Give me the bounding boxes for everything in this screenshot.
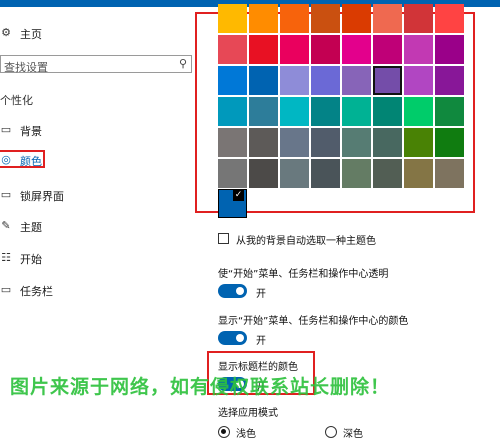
section-title: 个性化	[0, 94, 33, 107]
color-swatch[interactable]	[404, 97, 433, 126]
light-mode-radio[interactable]	[218, 426, 230, 438]
color-swatch[interactable]	[342, 4, 371, 33]
toggle-knob	[236, 334, 244, 342]
color-swatch[interactable]	[218, 128, 247, 157]
color-swatch[interactable]	[311, 66, 340, 95]
color-swatch[interactable]	[311, 97, 340, 126]
sidebar-item-background[interactable]: ▭ 背景	[0, 123, 190, 139]
color-swatch[interactable]	[435, 128, 464, 157]
transparency-label: 使“开始”菜单、任务栏和操作中心透明	[218, 269, 389, 280]
sidebar-item-label: 背景	[20, 125, 42, 138]
color-swatch[interactable]	[373, 159, 402, 188]
color-swatch[interactable]	[435, 35, 464, 64]
color-swatch[interactable]	[311, 159, 340, 188]
accent-color-grid	[218, 4, 464, 188]
watermark-text: 图片来源于网络，如有侵权联系站长删除！	[10, 376, 391, 398]
color-swatch[interactable]	[342, 128, 371, 157]
sidebar-item-label: 颜色	[20, 155, 42, 168]
color-swatch[interactable]	[435, 66, 464, 95]
taskbar-icon: ▭	[0, 283, 12, 296]
color-swatch[interactable]	[249, 128, 278, 157]
start-color-state: 开	[256, 336, 266, 347]
sidebar-item-label: 主题	[20, 221, 42, 234]
auto-pick-label: 从我的背景自动选取一种主题色	[236, 236, 376, 247]
color-swatch[interactable]	[249, 97, 278, 126]
color-swatch[interactable]	[249, 35, 278, 64]
search-input[interactable]	[1, 59, 164, 76]
color-swatch[interactable]	[218, 4, 247, 33]
color-swatch[interactable]	[249, 159, 278, 188]
color-swatch[interactable]	[373, 97, 402, 126]
sidebar-item-label: 锁屏界面	[20, 190, 64, 203]
color-swatch[interactable]	[404, 66, 433, 95]
color-swatch[interactable]	[435, 97, 464, 126]
brush-icon: ✎	[1, 219, 11, 232]
sidebar-item-lockscreen[interactable]: ▭ 锁屏界面	[0, 188, 190, 204]
sidebar-item-taskbar[interactable]: ▭ 任务栏	[0, 283, 190, 299]
color-swatch[interactable]	[218, 159, 247, 188]
sidebar-item-label: 任务栏	[20, 285, 53, 298]
sidebar-item-label: 开始	[20, 253, 42, 266]
color-swatch[interactable]	[373, 128, 402, 157]
palette-icon: ◎	[1, 153, 11, 166]
start-grid-icon: ☷	[1, 251, 11, 264]
current-accent-preview: ✓	[218, 189, 247, 218]
color-swatch[interactable]	[342, 97, 371, 126]
search-icon[interactable]: ⚲	[179, 57, 187, 70]
color-swatch[interactable]	[311, 4, 340, 33]
transparency-toggle[interactable]	[218, 284, 247, 298]
color-swatch[interactable]	[311, 128, 340, 157]
start-color-toggle[interactable]	[218, 331, 247, 345]
color-swatch[interactable]	[342, 35, 371, 64]
color-swatch[interactable]	[342, 66, 371, 95]
transparency-state: 开	[256, 289, 266, 300]
color-swatch[interactable]	[342, 159, 371, 188]
search-box[interactable]: ⚲	[0, 55, 192, 76]
color-swatch[interactable]	[280, 128, 309, 157]
monitor-icon: ▭	[0, 188, 12, 201]
color-swatch[interactable]	[218, 97, 247, 126]
color-swatch[interactable]	[311, 35, 340, 64]
color-swatch[interactable]	[404, 35, 433, 64]
color-swatch[interactable]	[249, 4, 278, 33]
color-swatch[interactable]	[218, 66, 247, 95]
color-swatch[interactable]	[280, 35, 309, 64]
sidebar-item-themes[interactable]: ✎ 主题	[0, 219, 190, 235]
color-swatch[interactable]	[249, 66, 278, 95]
auto-pick-checkbox[interactable]	[218, 233, 229, 244]
color-swatch[interactable]	[404, 128, 433, 157]
color-swatch[interactable]	[280, 4, 309, 33]
color-swatch[interactable]	[280, 66, 309, 95]
sidebar-item-colors[interactable]: ◎ 颜色	[0, 153, 190, 169]
color-swatch[interactable]	[280, 97, 309, 126]
checkmark-icon: ✓	[233, 190, 244, 201]
color-swatch[interactable]	[435, 4, 464, 33]
color-swatch[interactable]	[280, 159, 309, 188]
sidebar-item-start[interactable]: ☷ 开始	[0, 251, 190, 267]
dark-mode-label: 深色	[343, 429, 363, 440]
color-swatch[interactable]	[373, 66, 402, 95]
color-swatch[interactable]	[435, 159, 464, 188]
start-color-label: 显示“开始”菜单、任务栏和操作中心的颜色	[218, 316, 409, 327]
color-swatch[interactable]	[373, 35, 402, 64]
picture-icon: ▭	[0, 123, 12, 136]
app-mode-label: 选择应用模式	[218, 408, 278, 419]
color-swatch[interactable]	[404, 159, 433, 188]
color-swatch[interactable]	[373, 4, 402, 33]
light-mode-label: 浅色	[236, 429, 256, 440]
home-label: 主页	[20, 28, 42, 41]
gear-icon: ⚙	[1, 26, 11, 39]
toggle-knob	[236, 287, 244, 295]
color-swatch[interactable]	[404, 4, 433, 33]
dark-mode-radio[interactable]	[325, 426, 337, 438]
titlebar-color-label: 显示标题栏的颜色	[218, 362, 298, 373]
color-swatch[interactable]	[218, 35, 247, 64]
